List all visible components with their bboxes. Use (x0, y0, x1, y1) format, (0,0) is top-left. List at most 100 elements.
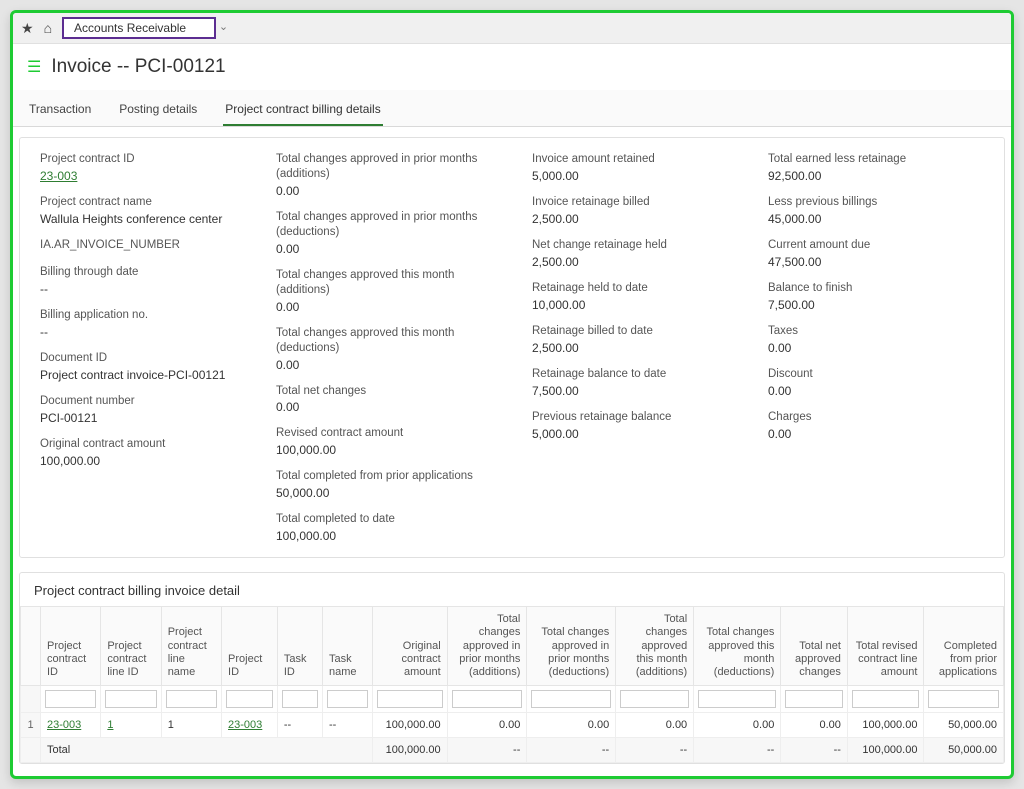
col-rownum (21, 607, 41, 686)
field-value: 0.00 (276, 242, 496, 256)
total-row: Total 100,000.00 -- -- -- -- -- 100,000.… (21, 738, 1004, 763)
total-cell: -- (694, 738, 781, 763)
filter-input[interactable] (226, 690, 273, 708)
field-label: Balance to finish (768, 281, 968, 296)
field-value: 7,500.00 (532, 384, 732, 398)
field-label: Previous retainage balance (532, 410, 732, 425)
field-value: 10,000.00 (532, 298, 732, 312)
field-label: Net change retainage held (532, 238, 732, 253)
field-label: Total changes approved in prior months (… (276, 210, 496, 240)
tab-billing-details[interactable]: Project contract billing details (223, 96, 382, 126)
detail-table-panel: Project contract billing invoice detail … (19, 572, 1005, 764)
tab-posting-details[interactable]: Posting details (117, 96, 199, 126)
field-label: Retainage balance to date (532, 367, 732, 382)
favorite-icon[interactable]: ★ (21, 20, 34, 37)
field-value: 5,000.00 (532, 427, 732, 441)
filter-input[interactable] (785, 690, 843, 708)
col-header[interactable]: Original contract amount (372, 607, 447, 686)
filter-input[interactable] (45, 690, 96, 708)
cell-pcid-link[interactable]: 23-003 (41, 713, 101, 738)
col-header[interactable]: Task name (323, 607, 373, 686)
cell: 0.00 (694, 713, 781, 738)
total-cell: 100,000.00 (372, 738, 447, 763)
field-label: Project contract name (40, 195, 240, 210)
field-value: 2,500.00 (532, 212, 732, 226)
field-label: Total net changes (276, 384, 496, 399)
field-label: Revised contract amount (276, 426, 496, 441)
menu-icon[interactable]: ☰ (27, 57, 41, 77)
field-value: -- (40, 282, 240, 296)
field-value: 100,000.00 (276, 529, 496, 543)
cell-projectid-link[interactable]: 23-003 (222, 713, 278, 738)
filter-input[interactable] (377, 690, 443, 708)
filter-input[interactable] (327, 690, 368, 708)
field-value: 0.00 (768, 427, 968, 441)
summary-col-3: Invoice amount retained 5,000.00 Invoice… (532, 152, 732, 543)
total-cell: -- (781, 738, 848, 763)
cell: 1 (161, 713, 221, 738)
field-value: 5,000.00 (532, 169, 732, 183)
project-contract-id-link[interactable]: 23-003 (40, 169, 240, 183)
filter-input[interactable] (620, 690, 689, 708)
col-header[interactable]: Task ID (277, 607, 322, 686)
filter-input[interactable] (698, 690, 776, 708)
col-header[interactable]: Project contract line ID (101, 607, 161, 686)
filter-input[interactable] (452, 690, 523, 708)
field-value: 45,000.00 (768, 212, 968, 226)
field-value: 92,500.00 (768, 169, 968, 183)
field-label: Original contract amount (40, 437, 240, 452)
field-label: Less previous billings (768, 195, 968, 210)
field-label: Retainage billed to date (532, 324, 732, 339)
cell: -- (277, 713, 322, 738)
field-value: 0.00 (276, 184, 496, 198)
cell: 100,000.00 (372, 713, 447, 738)
field-label: Total changes approved this month (deduc… (276, 326, 496, 356)
filter-input[interactable] (928, 690, 999, 708)
col-header[interactable]: Completed from prior applications (924, 607, 1004, 686)
filter-row (21, 686, 1004, 713)
page-title: Invoice -- PCI-00121 (51, 56, 225, 78)
col-header[interactable]: Total revised contract line amount (847, 607, 924, 686)
field-value: 50,000.00 (276, 486, 496, 500)
filter-input[interactable] (282, 690, 318, 708)
field-label: Total changes approved this month (addit… (276, 268, 496, 298)
field-label: Charges (768, 410, 968, 425)
col-header[interactable]: Project contract ID (41, 607, 101, 686)
field-value: Project contract invoice-PCI-00121 (40, 368, 240, 382)
summary-col-1: Project contract ID 23-003 Project contr… (40, 152, 240, 543)
field-label: Billing through date (40, 265, 240, 280)
field-value: 0.00 (276, 400, 496, 414)
field-label: IA.AR_INVOICE_NUMBER (40, 238, 240, 253)
cell: 0.00 (781, 713, 848, 738)
field-label: Total completed from prior applications (276, 469, 496, 484)
field-label: Total completed to date (276, 512, 496, 527)
cell: 50,000.00 (924, 713, 1004, 738)
page-header: ☰ Invoice -- PCI-00121 (13, 44, 1011, 90)
col-header[interactable]: Total changes approved in prior months (… (447, 607, 527, 686)
cell: 0.00 (447, 713, 527, 738)
col-header[interactable]: Total changes approved this month (addit… (616, 607, 694, 686)
home-icon[interactable]: ⌂ (44, 20, 52, 36)
col-header[interactable]: Total net approved changes (781, 607, 848, 686)
field-value: 0.00 (276, 358, 496, 372)
filter-input[interactable] (852, 690, 920, 708)
total-cell: -- (616, 738, 694, 763)
cell-pclineid-link[interactable]: 1 (101, 713, 161, 738)
tab-transaction[interactable]: Transaction (27, 96, 93, 126)
field-label: Retainage held to date (532, 281, 732, 296)
col-header[interactable]: Total changes approved in prior months (… (527, 607, 616, 686)
field-label: Current amount due (768, 238, 968, 253)
filter-input[interactable] (531, 690, 611, 708)
detail-table: Project contract ID Project contract lin… (20, 606, 1004, 763)
total-cell: -- (527, 738, 616, 763)
module-dropdown[interactable]: Accounts Receivable (62, 17, 216, 39)
field-value: 100,000.00 (276, 443, 496, 457)
col-header[interactable]: Total changes approved this month (deduc… (694, 607, 781, 686)
table-row[interactable]: 1 23-003 1 1 23-003 -- -- 100,000.00 0.0… (21, 713, 1004, 738)
col-header[interactable]: Project ID (222, 607, 278, 686)
summary-panel: Project contract ID 23-003 Project contr… (19, 137, 1005, 558)
filter-input[interactable] (105, 690, 156, 708)
total-cell: 100,000.00 (847, 738, 924, 763)
col-header[interactable]: Project contract line name (161, 607, 221, 686)
filter-input[interactable] (166, 690, 217, 708)
